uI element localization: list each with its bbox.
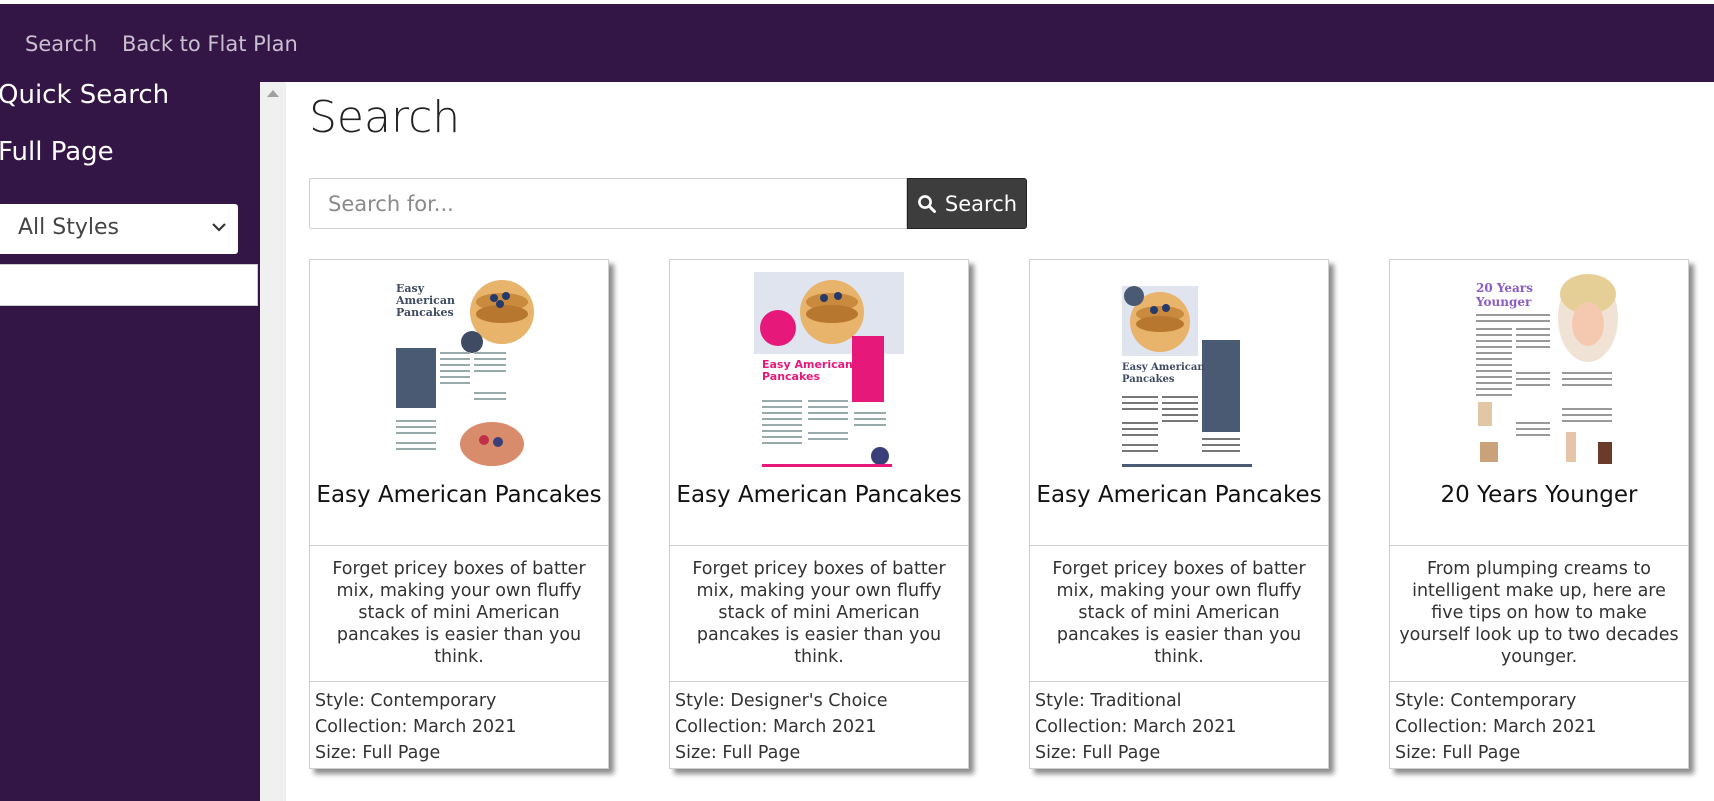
- svg-text:20 Years: 20 Years: [1476, 281, 1533, 295]
- card-title: Easy American Pancakes: [1036, 482, 1322, 508]
- search-button-label: Search: [944, 191, 1018, 216]
- nav-search-link[interactable]: Search: [25, 32, 97, 56]
- card-meta: Style: Designer's Choice Collection: Mar…: [675, 688, 888, 766]
- svg-text:Pancakes: Pancakes: [762, 370, 820, 383]
- card-size: Size: Full Page: [1035, 743, 1161, 763]
- search-button[interactable]: Search: [907, 178, 1027, 229]
- card-collection: Collection: March 2021: [1035, 717, 1237, 737]
- result-card[interactable]: 20 Years Younger 20 Years Younger From p…: [1389, 259, 1689, 769]
- page-title: Search: [309, 92, 461, 143]
- card-style: Style: Designer's Choice: [675, 691, 888, 711]
- card-style: Style: Contemporary: [315, 691, 497, 711]
- card-divider: [670, 545, 968, 546]
- nav-back-to-flat-plan-link[interactable]: Back to Flat Plan: [122, 32, 298, 56]
- sidebar: Quick Search Full Page All Styles: [0, 80, 260, 801]
- card-size: Size: Full Page: [1395, 743, 1521, 763]
- result-card[interactable]: Easy American Pancakes Easy American Pan…: [669, 259, 969, 769]
- card-description: Forget pricey boxes of batter mix, makin…: [332, 559, 586, 667]
- card-collection: Collection: March 2021: [315, 717, 517, 737]
- card-description: From plumping creams to intelligent make…: [1399, 559, 1679, 667]
- chevron-down-icon: [212, 223, 226, 232]
- card-meta: Style: Contemporary Collection: March 20…: [315, 688, 516, 766]
- page-thumbnail: Easy American Pancakes: [394, 272, 544, 470]
- svg-text:Younger: Younger: [1475, 295, 1532, 309]
- card-meta: Style: Contemporary Collection: March 20…: [1395, 688, 1596, 766]
- page-thumbnail: Easy American Pancakes: [754, 272, 904, 470]
- top-navbar: Search Back to Flat Plan: [0, 4, 1714, 82]
- card-collection: Collection: March 2021: [675, 717, 877, 737]
- card-size: Size: Full Page: [315, 743, 441, 763]
- card-title: Easy American Pancakes: [316, 482, 602, 508]
- scroll-up-arrow-icon[interactable]: [267, 90, 279, 97]
- card-title: Easy American Pancakes: [676, 482, 962, 508]
- svg-text:Pancakes: Pancakes: [396, 306, 454, 319]
- card-divider: [1030, 681, 1328, 682]
- sidebar-item-quick-search[interactable]: Quick Search: [0, 80, 169, 110]
- card-divider: [1030, 545, 1328, 546]
- card-style: Style: Traditional: [1035, 691, 1182, 711]
- card-divider: [1390, 681, 1688, 682]
- card-size: Size: Full Page: [675, 743, 801, 763]
- sidebar-item-full-page[interactable]: Full Page: [0, 137, 114, 167]
- result-card[interactable]: Easy American Pancakes Easy American Pan…: [309, 259, 609, 769]
- sidebar-filter-input[interactable]: [0, 264, 258, 306]
- page-thumbnail: Easy American Pancakes: [1114, 272, 1264, 470]
- style-select[interactable]: All Styles: [0, 204, 238, 254]
- search-input[interactable]: [309, 178, 907, 229]
- card-style: Style: Contemporary: [1395, 691, 1577, 711]
- search-icon: [918, 194, 936, 213]
- page-thumbnail: 20 Years Younger: [1474, 272, 1624, 470]
- style-select-value: All Styles: [18, 215, 119, 240]
- card-divider: [670, 681, 968, 682]
- card-title: 20 Years Younger: [1440, 482, 1638, 508]
- svg-text:Pancakes: Pancakes: [1122, 374, 1175, 385]
- svg-text:Easy American: Easy American: [1122, 362, 1205, 373]
- result-card[interactable]: Easy American Pancakes Easy American Pan…: [1029, 259, 1329, 769]
- card-divider: [310, 545, 608, 546]
- card-description: Forget pricey boxes of batter mix, makin…: [1052, 559, 1306, 667]
- card-description: Forget pricey boxes of batter mix, makin…: [692, 559, 946, 667]
- card-collection: Collection: March 2021: [1395, 717, 1597, 737]
- card-meta: Style: Traditional Collection: March 202…: [1035, 688, 1236, 766]
- scrollbar[interactable]: [260, 82, 286, 801]
- card-divider: [1390, 545, 1688, 546]
- card-divider: [310, 681, 608, 682]
